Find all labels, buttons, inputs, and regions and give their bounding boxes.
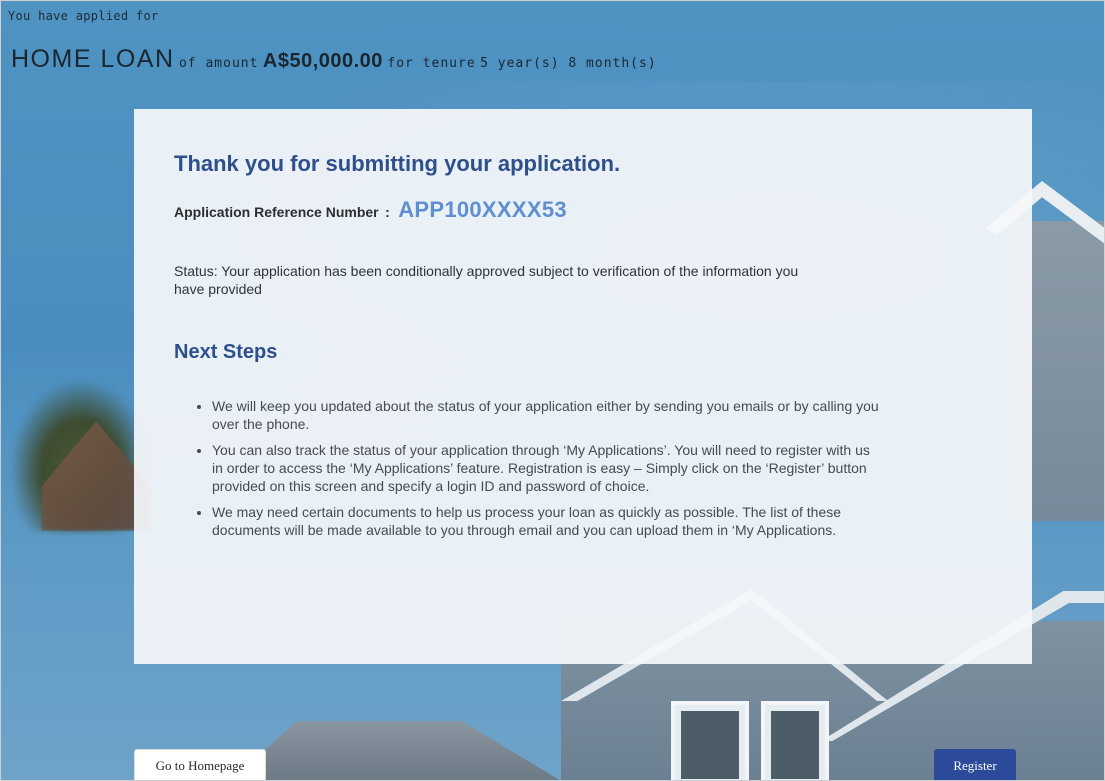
register-button[interactable]: Register <box>934 749 1016 780</box>
background-window <box>671 701 749 780</box>
background-window <box>761 701 829 780</box>
background-roof-bottom-left <box>231 721 561 780</box>
next-step-item: We may need certain documents to help us… <box>212 503 882 539</box>
of-amount-label: of amount <box>178 56 259 71</box>
reference-number-row: Application Reference Number : APP100XXX… <box>174 197 567 223</box>
reference-number-label: Application Reference Number <box>174 204 379 220</box>
application-status-text: Status: Your application has been condit… <box>174 263 799 297</box>
loan-type: HOME LOAN <box>11 45 175 73</box>
reference-number-value: APP100XXXX53 <box>398 197 567 222</box>
next-step-item: You can also track the status of your ap… <box>212 441 882 495</box>
loan-summary: HOME LOAN of amount A$50,000.00 for tenu… <box>11 45 657 74</box>
go-to-homepage-button[interactable]: Go to Homepage <box>134 749 266 780</box>
loan-tenure: 5 year(s) 8 month(s) <box>480 56 657 71</box>
confirmation-title: Thank you for submitting your applicatio… <box>174 151 621 176</box>
next-steps-list: We will keep you updated about the statu… <box>192 397 882 547</box>
next-step-item: We will keep you updated about the statu… <box>212 397 882 433</box>
reference-separator: : <box>385 204 390 220</box>
applied-for-label: You have applied for <box>8 9 159 23</box>
loan-amount: A$50,000.00 <box>262 50 383 72</box>
next-steps-heading: Next Steps <box>174 341 278 363</box>
tenure-label: for tenure <box>387 56 476 71</box>
application-confirmation-screen: You have applied for HOME LOAN of amount… <box>0 0 1105 781</box>
confirmation-card: Thank you for submitting your applicatio… <box>134 109 1032 664</box>
